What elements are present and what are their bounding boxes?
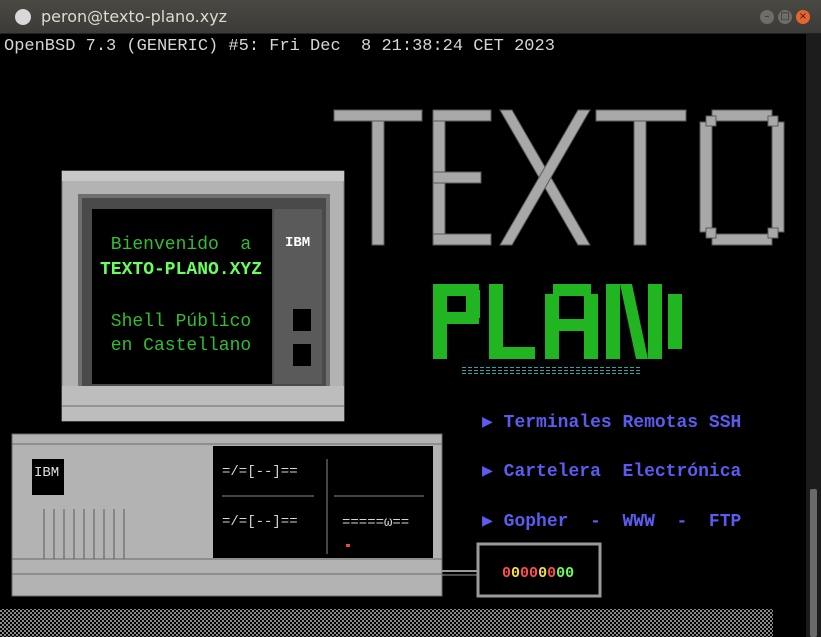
- base-brand: IBM: [34, 465, 60, 481]
- title-bar[interactable]: peron@texto-plano.xyz – □ ×: [0, 0, 821, 34]
- monitor-greeting: Bienvenido a: [110, 235, 252, 255]
- logo-texto: [333, 109, 785, 246]
- play-arrow-icon: ▶: [482, 413, 493, 433]
- base-slot3: =====ω==: [342, 515, 410, 531]
- terminal-app-icon: [15, 9, 31, 25]
- menu-item-label: Gopher - WWW - FTP: [503, 512, 742, 532]
- base-slot2: =/=[--]==: [222, 514, 298, 530]
- menu-item-gopher[interactable]: ▶ Gopher - WWW - FTP: [482, 510, 741, 532]
- monitor-site: TEXTO-PLANO.XYZ: [99, 260, 263, 280]
- base-slot1: =/=[--]==: [222, 464, 298, 480]
- play-arrow-icon: ▶: [482, 512, 493, 532]
- menu-item-label: Terminales Remotas SSH: [503, 413, 742, 433]
- play-arrow-icon: ▶: [482, 462, 493, 482]
- minimize-icon[interactable]: –: [760, 10, 774, 24]
- scrollbar-thumb[interactable]: [810, 489, 817, 637]
- modem-lights: 00000000: [502, 565, 575, 582]
- monitor-brand: IBM: [285, 235, 311, 251]
- monitor-line3: Shell Público: [110, 312, 252, 332]
- menu-item-bbs[interactable]: ▶ Cartelera Electrónica: [482, 460, 741, 482]
- monitor: [61, 170, 345, 422]
- close-icon[interactable]: ×: [796, 10, 810, 24]
- logo-plano: [433, 284, 682, 359]
- terminal-area[interactable]: OpenBSD 7.3 (GENERIC) #5: Fri Dec 8 21:3…: [0, 34, 806, 637]
- modem-lights-red: 0: [502, 565, 512, 582]
- scrollbar[interactable]: [806, 34, 821, 637]
- window-title: peron@texto-plano.xyz: [41, 7, 228, 26]
- menu-item-label: Cartelera Electrónica: [503, 462, 742, 482]
- dither-floor: [0, 609, 773, 637]
- logo-underline: [462, 366, 642, 376]
- monitor-line4: en Castellano: [110, 336, 252, 356]
- maximize-icon[interactable]: □: [778, 10, 792, 24]
- terminal-window: peron@texto-plano.xyz – □ × OpenBSD 7.3 …: [0, 0, 821, 637]
- menu-item-ssh[interactable]: ▶ Terminales Remotas SSH: [482, 411, 741, 433]
